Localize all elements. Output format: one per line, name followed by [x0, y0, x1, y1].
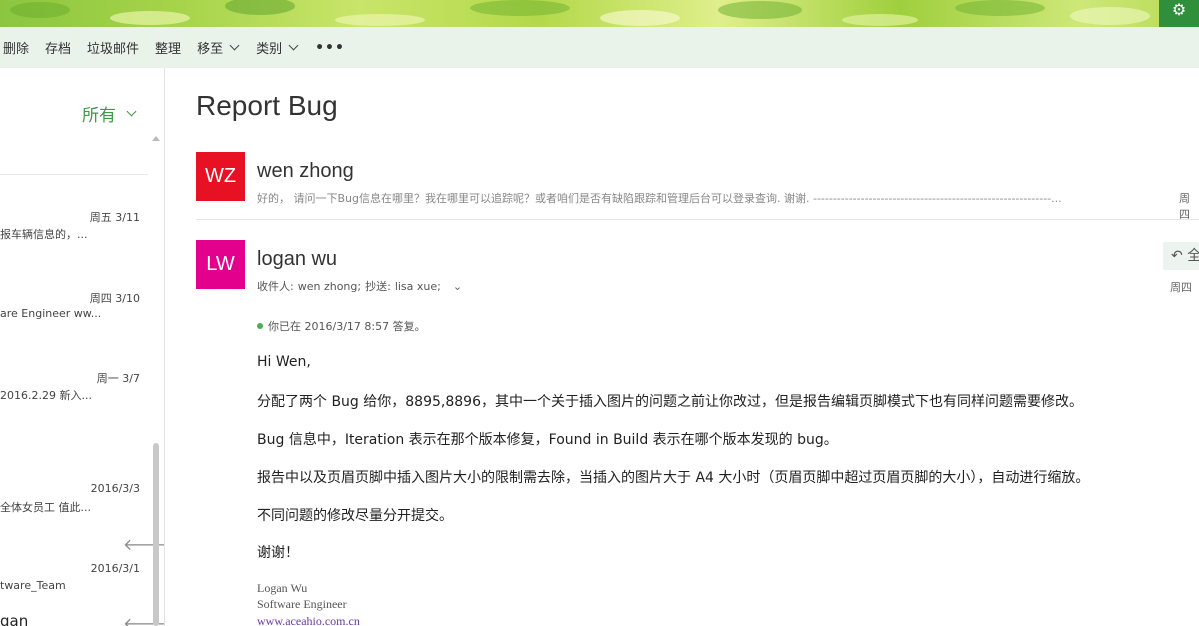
message-list: 所有 周五 3/11 报车辆信息的，... 周四 3/10 are Engine… — [0, 68, 165, 626]
sender-name[interactable]: wen zhong — [257, 160, 354, 183]
divider — [196, 219, 1199, 220]
header-banner: ⚙ — [0, 0, 1199, 27]
message-date: 周四 — [1170, 281, 1192, 294]
signature-website-link[interactable]: www.aceahio.com.cn — [257, 614, 360, 626]
to-recipient[interactable]: wen zhong; — [298, 280, 361, 293]
archive-button[interactable]: 存档 — [37, 38, 79, 57]
junk-button[interactable]: 垃圾邮件 — [79, 38, 147, 57]
body-paragraph: 不同问题的修改尽量分开提交。 — [257, 508, 453, 524]
delete-button[interactable]: 删除 — [0, 38, 37, 57]
body-paragraph: 分配了两个 Bug 给你，8895,8896，其中一个关于插入图片的问题之前让你… — [257, 394, 1083, 410]
body-paragraph: 报告中以及页眉页脚中插入图片大小的限制需去除，当插入的图片大于 A4 大小时（页… — [257, 470, 1090, 486]
command-bar: 删除 存档 垃圾邮件 整理 移至 类别 ••• — [0, 27, 1199, 68]
list-item[interactable]: 周五 3/11 报车辆信息的，... — [0, 209, 148, 269]
chevron-down-icon — [126, 106, 137, 117]
message-date: 周四 — [1179, 192, 1190, 221]
reply-all-button[interactable]: ↶ 全 — [1163, 242, 1199, 270]
chevron-down-icon — [288, 40, 299, 51]
recipients-line: 收件人: wen zhong; 抄送: lisa xue; ⌄ — [257, 279, 463, 294]
list-item[interactable]: 周一 3/7 2016.2.29 新入... — [0, 370, 148, 430]
body-paragraph: 谢谢！ — [257, 545, 299, 561]
reply-icon: ↶ — [1171, 248, 1183, 264]
replied-notice: 你已在 2016/3/17 8:57 答复。 — [257, 318, 426, 334]
expand-recipients-icon[interactable]: ⌄ — [453, 280, 462, 293]
signature-name: Logan Wu — [257, 581, 308, 595]
body-paragraph: Bug 信息中，Iteration 表示在那个版本修复，Found in Bui… — [257, 432, 838, 448]
scroll-up-arrow[interactable] — [152, 136, 160, 141]
sweep-button[interactable]: 整理 — [147, 38, 189, 57]
avatar: LW — [196, 240, 245, 289]
status-dot-icon — [257, 323, 263, 329]
categories-button[interactable]: 类别 — [248, 38, 307, 57]
sender-name[interactable]: logan wu — [257, 248, 337, 271]
list-item[interactable]: 2016/3/3 全体女员工 值此... — [0, 482, 148, 542]
more-icon: ••• — [315, 39, 345, 56]
divider — [0, 174, 148, 175]
list-item-sender: gan — [0, 612, 29, 626]
gear-icon: ⚙ — [1171, 0, 1187, 19]
filter-dropdown[interactable]: 所有 — [82, 101, 137, 126]
move-to-button[interactable]: 移至 — [189, 38, 248, 57]
scrollbar-thumb[interactable] — [153, 443, 159, 626]
list-item[interactable]: 周四 3/10 are Engineer ww... — [0, 290, 148, 350]
signature-title: Software Engineer — [257, 597, 347, 611]
more-options-button[interactable]: ••• — [307, 40, 353, 56]
cc-recipient[interactable]: lisa xue; — [395, 280, 441, 293]
reading-pane: Report Bug WZ wen zhong 好的， 请问一下Bug信息在哪里… — [166, 68, 1199, 626]
avatar: WZ — [196, 152, 245, 201]
body-paragraph: Hi Wen, — [257, 354, 311, 370]
leaf-pattern — [10, 0, 1150, 26]
email-subject: Report Bug — [196, 90, 338, 121]
settings-button[interactable]: ⚙ — [1159, 0, 1199, 27]
chevron-down-icon — [229, 40, 240, 51]
message-preview[interactable]: 好的， 请问一下Bug信息在哪里？我在哪里可以追踪呢？或者咱们是否有缺陷跟踪和管… — [257, 190, 1127, 206]
